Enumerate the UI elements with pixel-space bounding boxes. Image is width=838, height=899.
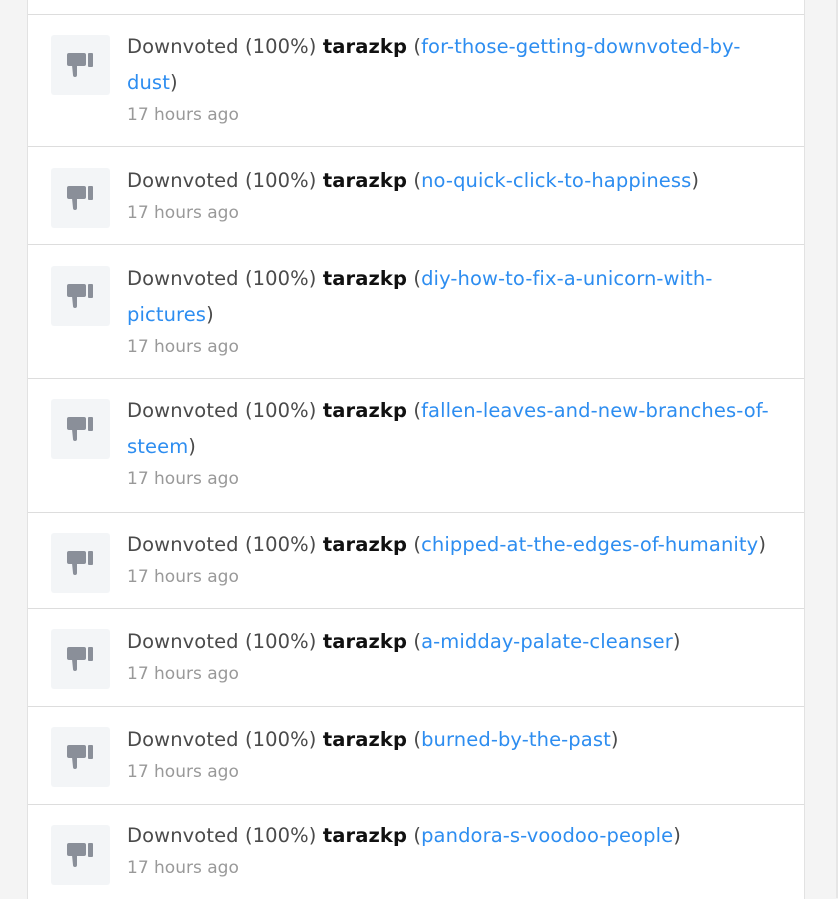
activity-text: Downvoted (100%) tarazkp (burned-by-the-… bbox=[127, 728, 619, 751]
list-item: Downvoted (100%) tarazkp (diy-how-to-fix… bbox=[28, 245, 804, 379]
action-label: Downvoted (100%) bbox=[127, 533, 317, 556]
vote-icon-box bbox=[51, 629, 110, 689]
author-link[interactable]: tarazkp bbox=[323, 399, 407, 422]
thumbs-down-icon bbox=[67, 417, 93, 441]
activity-text: Downvoted (100%) tarazkp (a-midday-palat… bbox=[127, 630, 681, 653]
vote-icon-box bbox=[51, 168, 110, 228]
timestamp: 17 hours ago bbox=[127, 337, 239, 357]
author-link[interactable]: tarazkp bbox=[323, 533, 407, 556]
list-item: Downvoted (100%) tarazkp (burned-by-the-… bbox=[28, 707, 804, 805]
list-item: Downvoted (100%) tarazkp (chipped-at-the… bbox=[28, 513, 804, 609]
post-link[interactable]: burned-by-the-past bbox=[421, 728, 611, 751]
action-label: Downvoted (100%) bbox=[127, 399, 317, 422]
thumbs-down-icon bbox=[67, 843, 93, 867]
list-item: Downvoted (100%) tarazkp (fallen-leaves-… bbox=[28, 379, 804, 513]
author-link[interactable]: tarazkp bbox=[323, 728, 407, 751]
activity-text: Downvoted (100%) tarazkp (pandora-s-vood… bbox=[127, 824, 681, 847]
vote-icon-box bbox=[51, 399, 110, 459]
thumbs-down-icon bbox=[67, 745, 93, 769]
author-link[interactable]: tarazkp bbox=[323, 35, 407, 58]
list-item: Downvoted (100%) tarazkp (for-those-gett… bbox=[28, 15, 804, 147]
timestamp: 17 hours ago bbox=[127, 762, 239, 782]
thumbs-down-icon bbox=[67, 186, 93, 210]
activity-text: Downvoted (100%) tarazkp (diy-how-to-fix… bbox=[127, 267, 713, 326]
vote-icon-box bbox=[51, 35, 110, 95]
post-link[interactable]: a-midday-palate-cleanser bbox=[421, 630, 673, 653]
thumbs-down-icon bbox=[67, 284, 93, 308]
action-label: Downvoted (100%) bbox=[127, 824, 317, 847]
action-label: Downvoted (100%) bbox=[127, 630, 317, 653]
timestamp: 17 hours ago bbox=[127, 469, 239, 489]
timestamp: 17 hours ago bbox=[127, 567, 239, 587]
activity-text: Downvoted (100%) tarazkp (fallen-leaves-… bbox=[127, 399, 769, 458]
author-link[interactable]: tarazkp bbox=[323, 630, 407, 653]
activity-feed: Downvoted (100%) tarazkp (for-those-gett… bbox=[27, 0, 805, 899]
post-link[interactable]: chipped-at-the-edges-of-humanity bbox=[421, 533, 758, 556]
list-item: Downvoted (100%) tarazkp (pandora-s-vood… bbox=[28, 805, 804, 899]
timestamp: 17 hours ago bbox=[127, 858, 239, 878]
action-label: Downvoted (100%) bbox=[127, 35, 317, 58]
list-item: Downvoted (100%) tarazkp (no-quick-click… bbox=[28, 147, 804, 245]
vote-icon-box bbox=[51, 533, 110, 593]
post-link[interactable]: pandora-s-voodoo-people bbox=[421, 824, 673, 847]
timestamp: 17 hours ago bbox=[127, 664, 239, 684]
timestamp: 17 hours ago bbox=[127, 105, 239, 125]
vote-icon-box bbox=[51, 266, 110, 326]
timestamp: 17 hours ago bbox=[127, 203, 239, 223]
action-label: Downvoted (100%) bbox=[127, 169, 317, 192]
author-link[interactable]: tarazkp bbox=[323, 169, 407, 192]
action-label: Downvoted (100%) bbox=[127, 728, 317, 751]
thumbs-down-icon bbox=[67, 53, 93, 77]
action-label: Downvoted (100%) bbox=[127, 267, 317, 290]
thumbs-down-icon bbox=[67, 551, 93, 575]
author-link[interactable]: tarazkp bbox=[323, 267, 407, 290]
post-link[interactable]: no-quick-click-to-happiness bbox=[421, 169, 691, 192]
activity-text: Downvoted (100%) tarazkp (for-those-gett… bbox=[127, 35, 741, 94]
activity-text: Downvoted (100%) tarazkp (no-quick-click… bbox=[127, 169, 700, 192]
author-link[interactable]: tarazkp bbox=[323, 824, 407, 847]
vote-icon-box bbox=[51, 727, 110, 787]
thumbs-down-icon bbox=[67, 647, 93, 671]
activity-text: Downvoted (100%) tarazkp (chipped-at-the… bbox=[127, 533, 767, 556]
vote-icon-box bbox=[51, 825, 110, 885]
list-item: Downvoted (100%) tarazkp (a-midday-palat… bbox=[28, 609, 804, 707]
